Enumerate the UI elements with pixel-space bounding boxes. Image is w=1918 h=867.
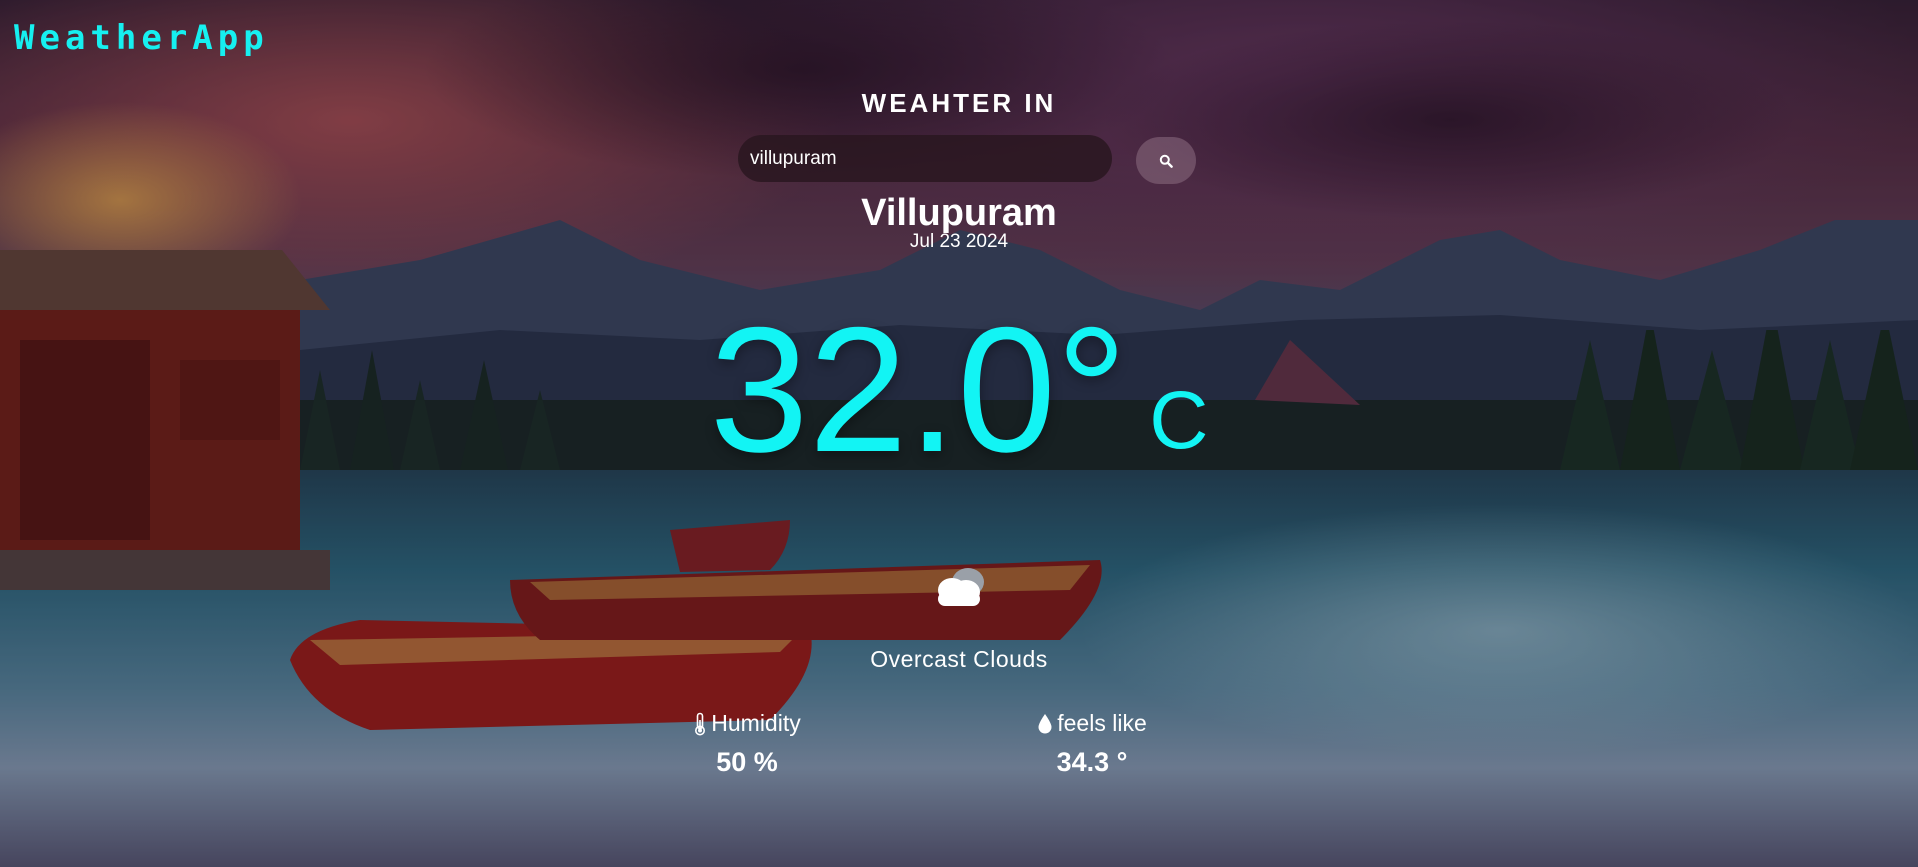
droplet-icon: [1038, 713, 1052, 733]
city-name: Villupuram: [861, 192, 1057, 234]
weather-condition: Overcast Clouds: [870, 646, 1048, 672]
search-heading: WEAHTER IN: [861, 88, 1057, 118]
humidity-label-row: Humidity: [686, 710, 808, 737]
cloud-icon: [938, 568, 984, 606]
feels-like-stat: feels like 34.3 °: [1030, 710, 1154, 778]
humidity-stat: Humidity 50 %: [686, 710, 808, 778]
temperature-unit: C: [1149, 375, 1209, 466]
humidity-label: Humidity: [711, 710, 801, 736]
humidity-value: 50 %: [716, 747, 778, 777]
feels-like-label-row: feels like: [1030, 710, 1154, 737]
thermometer-icon: [695, 712, 706, 735]
city-search-input[interactable]: [738, 135, 1112, 182]
current-date: Jul 23 2024: [909, 231, 1009, 252]
search-icon: [1159, 154, 1173, 168]
feels-like-label: feels like: [1057, 710, 1147, 736]
temperature-display: 32.0° C: [0, 300, 1918, 480]
temperature-value: 32.0°: [709, 290, 1128, 489]
app-logo: WeatherApp: [14, 18, 269, 58]
app-root: WeatherApp WEAHTER IN Villupuram Jul 23 …: [0, 0, 1918, 867]
feels-like-value: 34.3 °: [1056, 747, 1128, 777]
search-button[interactable]: [1136, 137, 1196, 184]
